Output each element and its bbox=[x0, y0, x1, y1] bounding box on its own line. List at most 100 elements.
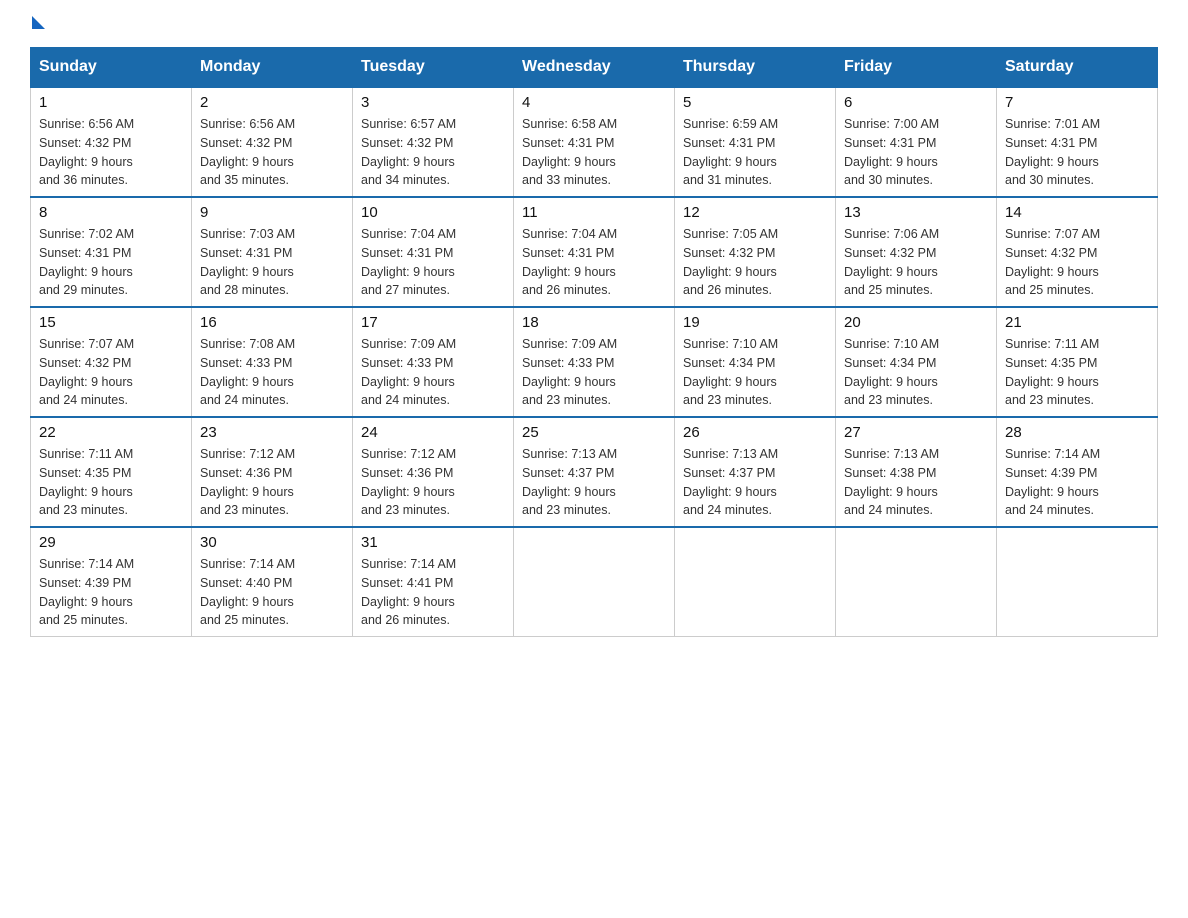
day-info: Sunrise: 6:58 AMSunset: 4:31 PMDaylight:… bbox=[522, 117, 617, 187]
day-number: 19 bbox=[683, 314, 827, 331]
calendar-cell: 5 Sunrise: 6:59 AMSunset: 4:31 PMDayligh… bbox=[675, 87, 836, 197]
day-info: Sunrise: 7:07 AMSunset: 4:32 PMDaylight:… bbox=[39, 337, 134, 407]
page-header bbox=[30, 20, 1158, 29]
day-info: Sunrise: 7:04 AMSunset: 4:31 PMDaylight:… bbox=[522, 227, 617, 297]
day-info: Sunrise: 7:11 AMSunset: 4:35 PMDaylight:… bbox=[1005, 337, 1099, 407]
day-number: 22 bbox=[39, 424, 183, 441]
calendar-cell: 7 Sunrise: 7:01 AMSunset: 4:31 PMDayligh… bbox=[997, 87, 1158, 197]
calendar-week-row: 8 Sunrise: 7:02 AMSunset: 4:31 PMDayligh… bbox=[31, 197, 1158, 307]
day-info: Sunrise: 7:07 AMSunset: 4:32 PMDaylight:… bbox=[1005, 227, 1100, 297]
day-number: 12 bbox=[683, 204, 827, 221]
day-info: Sunrise: 7:04 AMSunset: 4:31 PMDaylight:… bbox=[361, 227, 456, 297]
day-info: Sunrise: 6:57 AMSunset: 4:32 PMDaylight:… bbox=[361, 117, 456, 187]
day-number: 21 bbox=[1005, 314, 1149, 331]
day-number: 25 bbox=[522, 424, 666, 441]
calendar-cell: 22 Sunrise: 7:11 AMSunset: 4:35 PMDaylig… bbox=[31, 417, 192, 527]
day-info: Sunrise: 7:13 AMSunset: 4:38 PMDaylight:… bbox=[844, 447, 939, 517]
weekday-header-row: SundayMondayTuesdayWednesdayThursdayFrid… bbox=[31, 48, 1158, 88]
day-info: Sunrise: 7:09 AMSunset: 4:33 PMDaylight:… bbox=[522, 337, 617, 407]
calendar-week-row: 15 Sunrise: 7:07 AMSunset: 4:32 PMDaylig… bbox=[31, 307, 1158, 417]
day-number: 8 bbox=[39, 204, 183, 221]
logo-arrow-icon bbox=[32, 16, 45, 29]
calendar-cell: 31 Sunrise: 7:14 AMSunset: 4:41 PMDaylig… bbox=[353, 527, 514, 637]
calendar-cell: 24 Sunrise: 7:12 AMSunset: 4:36 PMDaylig… bbox=[353, 417, 514, 527]
day-info: Sunrise: 7:08 AMSunset: 4:33 PMDaylight:… bbox=[200, 337, 295, 407]
day-info: Sunrise: 7:12 AMSunset: 4:36 PMDaylight:… bbox=[200, 447, 295, 517]
calendar-table: SundayMondayTuesdayWednesdayThursdayFrid… bbox=[30, 47, 1158, 637]
calendar-cell: 2 Sunrise: 6:56 AMSunset: 4:32 PMDayligh… bbox=[192, 87, 353, 197]
day-number: 6 bbox=[844, 94, 988, 111]
day-info: Sunrise: 7:00 AMSunset: 4:31 PMDaylight:… bbox=[844, 117, 939, 187]
calendar-cell bbox=[514, 527, 675, 637]
weekday-header-saturday: Saturday bbox=[997, 48, 1158, 88]
weekday-header-sunday: Sunday bbox=[31, 48, 192, 88]
weekday-header-friday: Friday bbox=[836, 48, 997, 88]
day-number: 26 bbox=[683, 424, 827, 441]
day-number: 29 bbox=[39, 534, 183, 551]
day-number: 16 bbox=[200, 314, 344, 331]
weekday-header-monday: Monday bbox=[192, 48, 353, 88]
day-number: 23 bbox=[200, 424, 344, 441]
calendar-cell: 29 Sunrise: 7:14 AMSunset: 4:39 PMDaylig… bbox=[31, 527, 192, 637]
day-info: Sunrise: 7:09 AMSunset: 4:33 PMDaylight:… bbox=[361, 337, 456, 407]
day-number: 13 bbox=[844, 204, 988, 221]
day-info: Sunrise: 7:13 AMSunset: 4:37 PMDaylight:… bbox=[683, 447, 778, 517]
day-info: Sunrise: 6:56 AMSunset: 4:32 PMDaylight:… bbox=[200, 117, 295, 187]
day-number: 9 bbox=[200, 204, 344, 221]
calendar-cell: 15 Sunrise: 7:07 AMSunset: 4:32 PMDaylig… bbox=[31, 307, 192, 417]
calendar-cell: 28 Sunrise: 7:14 AMSunset: 4:39 PMDaylig… bbox=[997, 417, 1158, 527]
day-number: 11 bbox=[522, 204, 666, 221]
day-number: 7 bbox=[1005, 94, 1149, 111]
calendar-cell: 6 Sunrise: 7:00 AMSunset: 4:31 PMDayligh… bbox=[836, 87, 997, 197]
day-info: Sunrise: 7:01 AMSunset: 4:31 PMDaylight:… bbox=[1005, 117, 1100, 187]
day-info: Sunrise: 7:10 AMSunset: 4:34 PMDaylight:… bbox=[844, 337, 939, 407]
calendar-cell: 21 Sunrise: 7:11 AMSunset: 4:35 PMDaylig… bbox=[997, 307, 1158, 417]
calendar-cell: 3 Sunrise: 6:57 AMSunset: 4:32 PMDayligh… bbox=[353, 87, 514, 197]
day-info: Sunrise: 7:14 AMSunset: 4:40 PMDaylight:… bbox=[200, 557, 295, 627]
day-number: 3 bbox=[361, 94, 505, 111]
day-info: Sunrise: 7:02 AMSunset: 4:31 PMDaylight:… bbox=[39, 227, 134, 297]
weekday-header-thursday: Thursday bbox=[675, 48, 836, 88]
calendar-cell: 1 Sunrise: 6:56 AMSunset: 4:32 PMDayligh… bbox=[31, 87, 192, 197]
calendar-cell: 27 Sunrise: 7:13 AMSunset: 4:38 PMDaylig… bbox=[836, 417, 997, 527]
calendar-cell: 9 Sunrise: 7:03 AMSunset: 4:31 PMDayligh… bbox=[192, 197, 353, 307]
calendar-cell: 14 Sunrise: 7:07 AMSunset: 4:32 PMDaylig… bbox=[997, 197, 1158, 307]
calendar-cell: 17 Sunrise: 7:09 AMSunset: 4:33 PMDaylig… bbox=[353, 307, 514, 417]
calendar-cell: 26 Sunrise: 7:13 AMSunset: 4:37 PMDaylig… bbox=[675, 417, 836, 527]
calendar-cell bbox=[836, 527, 997, 637]
calendar-cell: 13 Sunrise: 7:06 AMSunset: 4:32 PMDaylig… bbox=[836, 197, 997, 307]
calendar-cell: 30 Sunrise: 7:14 AMSunset: 4:40 PMDaylig… bbox=[192, 527, 353, 637]
day-number: 2 bbox=[200, 94, 344, 111]
day-info: Sunrise: 7:14 AMSunset: 4:39 PMDaylight:… bbox=[39, 557, 134, 627]
day-number: 27 bbox=[844, 424, 988, 441]
day-info: Sunrise: 6:56 AMSunset: 4:32 PMDaylight:… bbox=[39, 117, 134, 187]
day-info: Sunrise: 7:10 AMSunset: 4:34 PMDaylight:… bbox=[683, 337, 778, 407]
weekday-header-tuesday: Tuesday bbox=[353, 48, 514, 88]
day-info: Sunrise: 7:11 AMSunset: 4:35 PMDaylight:… bbox=[39, 447, 133, 517]
calendar-cell: 23 Sunrise: 7:12 AMSunset: 4:36 PMDaylig… bbox=[192, 417, 353, 527]
calendar-cell: 19 Sunrise: 7:10 AMSunset: 4:34 PMDaylig… bbox=[675, 307, 836, 417]
calendar-cell bbox=[997, 527, 1158, 637]
calendar-cell: 18 Sunrise: 7:09 AMSunset: 4:33 PMDaylig… bbox=[514, 307, 675, 417]
calendar-cell: 10 Sunrise: 7:04 AMSunset: 4:31 PMDaylig… bbox=[353, 197, 514, 307]
weekday-header-wednesday: Wednesday bbox=[514, 48, 675, 88]
day-number: 10 bbox=[361, 204, 505, 221]
calendar-cell: 16 Sunrise: 7:08 AMSunset: 4:33 PMDaylig… bbox=[192, 307, 353, 417]
day-number: 20 bbox=[844, 314, 988, 331]
day-number: 14 bbox=[1005, 204, 1149, 221]
calendar-cell: 12 Sunrise: 7:05 AMSunset: 4:32 PMDaylig… bbox=[675, 197, 836, 307]
day-number: 18 bbox=[522, 314, 666, 331]
logo bbox=[30, 20, 45, 29]
day-number: 17 bbox=[361, 314, 505, 331]
calendar-cell: 25 Sunrise: 7:13 AMSunset: 4:37 PMDaylig… bbox=[514, 417, 675, 527]
day-info: Sunrise: 7:05 AMSunset: 4:32 PMDaylight:… bbox=[683, 227, 778, 297]
day-info: Sunrise: 7:14 AMSunset: 4:41 PMDaylight:… bbox=[361, 557, 456, 627]
day-info: Sunrise: 7:06 AMSunset: 4:32 PMDaylight:… bbox=[844, 227, 939, 297]
day-info: Sunrise: 7:03 AMSunset: 4:31 PMDaylight:… bbox=[200, 227, 295, 297]
day-number: 1 bbox=[39, 94, 183, 111]
day-number: 15 bbox=[39, 314, 183, 331]
calendar-cell: 4 Sunrise: 6:58 AMSunset: 4:31 PMDayligh… bbox=[514, 87, 675, 197]
calendar-cell bbox=[675, 527, 836, 637]
day-info: Sunrise: 7:14 AMSunset: 4:39 PMDaylight:… bbox=[1005, 447, 1100, 517]
day-info: Sunrise: 6:59 AMSunset: 4:31 PMDaylight:… bbox=[683, 117, 778, 187]
